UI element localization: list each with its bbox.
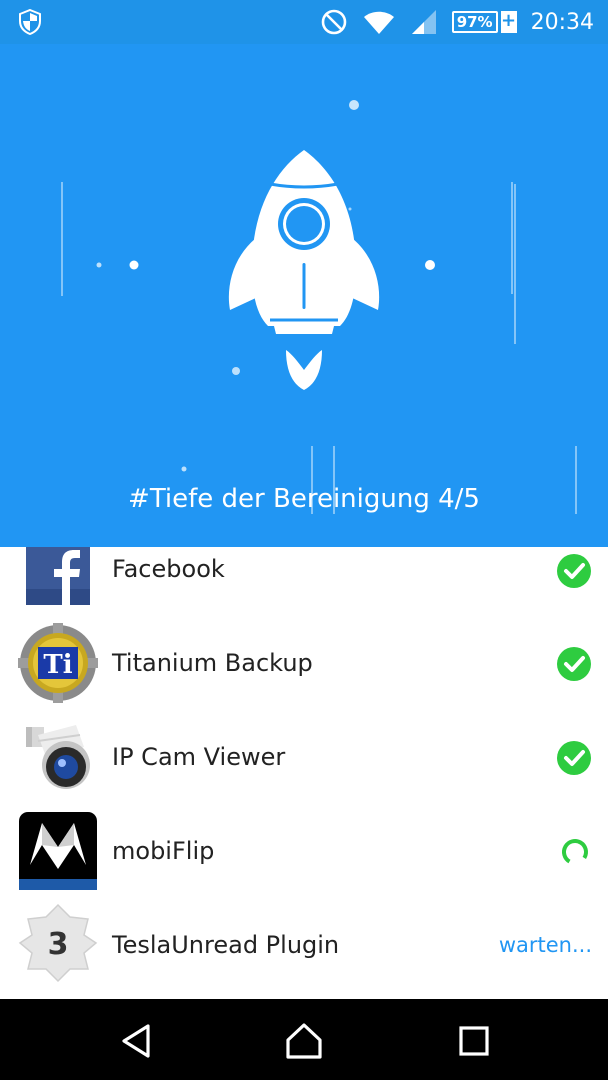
waiting-status: warten... <box>498 933 592 957</box>
do-not-disturb-icon <box>321 9 346 35</box>
list-item[interactable]: 3 TeslaUnread Plugin warten... <box>0 899 608 993</box>
svg-text:3: 3 <box>48 927 69 962</box>
app-cleanup-list: Facebook Ti Titanium Backup IP Cam Viewe… <box>0 547 608 999</box>
facebook-icon <box>26 547 90 605</box>
app-name: Titanium Backup <box>112 649 313 677</box>
app-name: Facebook <box>112 555 225 583</box>
teslaunread-icon: 3 <box>18 903 98 983</box>
app-name: mobiFlip <box>112 837 215 865</box>
check-circle-icon <box>557 741 591 775</box>
cleanup-hero: #Tiefe der Bereinigung 4/5 <box>0 44 608 547</box>
list-item[interactable]: IP Cam Viewer <box>0 711 608 805</box>
check-circle-icon <box>557 647 591 681</box>
cleanup-depth-title: #Tiefe der Bereinigung 4/5 <box>128 484 480 514</box>
ip-cam-viewer-icon <box>26 725 90 789</box>
shield-icon <box>19 9 41 35</box>
home-icon[interactable] <box>282 1019 326 1063</box>
rocket-icon <box>228 150 380 390</box>
back-icon[interactable] <box>114 1019 158 1063</box>
battery-percent: 97% <box>451 11 498 33</box>
titanium-backup-icon: Ti <box>18 623 98 703</box>
navigation-bar <box>0 999 608 1080</box>
list-item[interactable]: Ti Titanium Backup <box>0 617 608 711</box>
charging-icon: + <box>500 10 517 33</box>
status-bar: 97% + 20:34 <box>0 0 608 44</box>
battery-indicator: 97% + <box>451 10 517 33</box>
cell-signal-icon <box>411 10 436 34</box>
app-name: TeslaUnread Plugin <box>112 931 340 959</box>
list-item[interactable]: Facebook <box>0 547 608 617</box>
list-item[interactable]: mobiFlip <box>0 805 608 899</box>
check-circle-icon <box>557 554 591 588</box>
mobiflip-icon <box>19 812 97 890</box>
clock: 20:34 <box>530 9 594 35</box>
wifi-icon <box>363 11 394 34</box>
loading-spinner-icon <box>562 839 588 865</box>
app-name: IP Cam Viewer <box>112 743 286 771</box>
recents-icon[interactable] <box>452 1019 496 1063</box>
svg-text:Ti: Ti <box>43 650 72 680</box>
